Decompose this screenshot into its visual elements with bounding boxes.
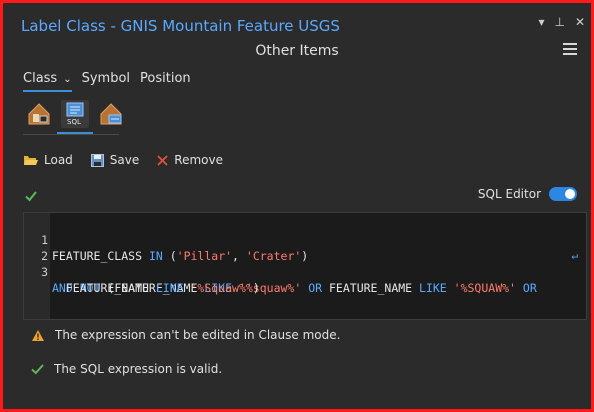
tab-symbol[interactable]: Symbol xyxy=(82,71,130,86)
valid-check-icon xyxy=(25,191,37,202)
window-controls: ▾ ⊥ ✕ xyxy=(538,15,585,29)
save-button[interactable]: Save xyxy=(90,153,140,167)
remove-button[interactable]: Remove xyxy=(157,153,223,167)
class-mode-selector: SQL xyxy=(25,100,125,134)
load-button[interactable]: Load xyxy=(23,153,73,167)
pane-options-dropdown-icon[interactable]: ▾ xyxy=(538,15,544,29)
tab-position-label: Position xyxy=(140,71,191,86)
label-class-mode-button[interactable] xyxy=(25,100,53,128)
open-folder-icon xyxy=(24,155,38,165)
sql-editor-label: SQL Editor xyxy=(477,187,541,201)
code-lines: 1 FEATURE_CLASS IN ('Pillar', 'Crater') … xyxy=(24,216,586,295)
load-label: Load xyxy=(44,153,73,167)
tab-symbol-label: Symbol xyxy=(81,71,131,86)
mode-divider xyxy=(23,134,119,135)
title-bar: Label Class - GNIS Mountain Feature USGS… xyxy=(15,9,585,35)
tab-position[interactable]: Position xyxy=(140,71,191,86)
sql-editor-switch: SQL Editor xyxy=(478,187,577,201)
check-icon xyxy=(31,364,44,375)
expression-mode-button[interactable] xyxy=(97,100,125,128)
sql-mode-label: SQL xyxy=(67,118,81,126)
chevron-down-icon: ⌄ xyxy=(63,74,72,85)
pin-icon[interactable]: ⊥ xyxy=(554,15,564,29)
save-icon xyxy=(90,153,104,167)
remove-x-icon xyxy=(157,154,168,166)
valid-text: The SQL expression is valid. xyxy=(54,362,223,376)
warning-text: The expression can't be edited in Clause… xyxy=(55,328,341,342)
valid-message: The SQL expression is valid. xyxy=(31,362,222,376)
hamburger-menu-icon[interactable] xyxy=(563,43,577,55)
close-icon[interactable]: ✕ xyxy=(575,15,585,29)
remove-label: Remove xyxy=(174,153,223,167)
pane-title: Label Class - GNIS Mountain Feature USGS xyxy=(21,17,340,35)
sql-editor-toggle[interactable] xyxy=(549,187,577,201)
warning-icon xyxy=(32,329,44,341)
sql-toolbar: Load Save Remove xyxy=(23,153,223,167)
expression-icon xyxy=(100,103,122,125)
label-class-icon xyxy=(28,103,50,125)
code-line: 1 FEATURE_CLASS IN ('Pillar', 'Crater') xyxy=(24,216,586,263)
code-line-wrapped: FEATURE_NAME LIKE '%Squaw%') xyxy=(24,264,586,295)
label-class-pane: Label Class - GNIS Mountain Feature USGS… xyxy=(0,0,594,412)
sql-code-editor[interactable]: 1 FEATURE_CLASS IN ('Pillar', 'Crater') … xyxy=(23,212,587,320)
tab-strip: Class ⌄ Symbol Position xyxy=(23,71,191,92)
tab-class-label: Class xyxy=(23,71,58,86)
code-line: 2 xyxy=(24,232,586,263)
word-wrap-icon: ↵ xyxy=(571,249,578,262)
warning-message: The expression can't be edited in Clause… xyxy=(31,328,340,342)
code-line-text: FEATURE_NAME LIKE '%Squaw%') xyxy=(52,281,260,295)
validation-status xyxy=(25,187,37,206)
label-class-subtitle: Other Items xyxy=(255,43,339,59)
tab-class[interactable]: Class ⌄ xyxy=(23,71,72,92)
sql-mode-button[interactable]: SQL xyxy=(57,100,93,134)
save-label: Save xyxy=(109,153,140,167)
code-line: 3 AND NOT (FEATURE_NAME LIKE '%squaw%' O… xyxy=(24,248,586,295)
